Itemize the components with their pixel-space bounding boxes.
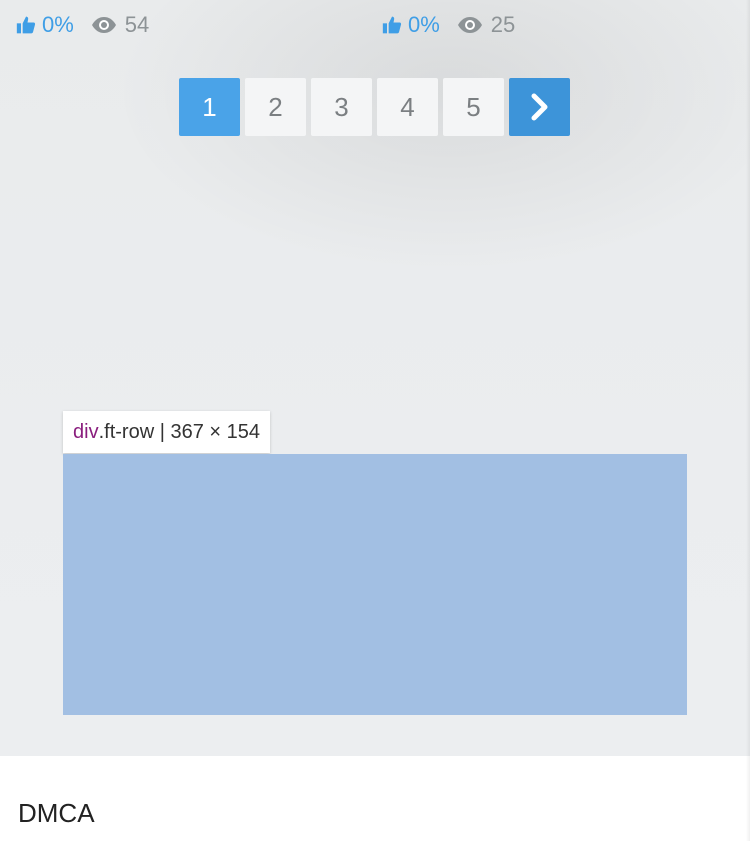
inspector-tooltip: div .ft-row | 367 × 154 [63,411,270,453]
view-count: 54 [124,12,150,37]
page-button-3[interactable]: 3 [311,78,372,136]
element-highlight [63,454,687,715]
chevron-right-icon [531,93,547,121]
page-button-5[interactable]: 5 [443,78,504,136]
pagination: 1 2 3 4 5 [179,78,570,136]
view-count: 25 [490,12,516,37]
eye-icon [91,17,116,33]
like-percentage: 0% [42,12,74,37]
page-button-1[interactable]: 1 [179,78,240,136]
thumbs-up-icon [16,16,36,34]
inspector-separator: | [154,420,171,443]
eye-icon [457,17,482,33]
dmca-link[interactable]: DMCA [18,798,95,829]
next-page-button[interactable] [509,78,570,136]
like-percentage: 0% [408,12,440,37]
page-button-2[interactable]: 2 [245,78,306,136]
inspector-selector: .ft-row [98,420,155,443]
page-button-4[interactable]: 4 [377,78,438,136]
inspector-tag: div [73,420,99,443]
video-stats: 0% 25 [382,10,515,40]
scroll-edge [746,0,750,841]
inspector-dimensions: 367 × 154 [170,420,260,443]
thumbs-up-icon [382,16,402,34]
video-stats: 0% 54 [16,10,149,40]
